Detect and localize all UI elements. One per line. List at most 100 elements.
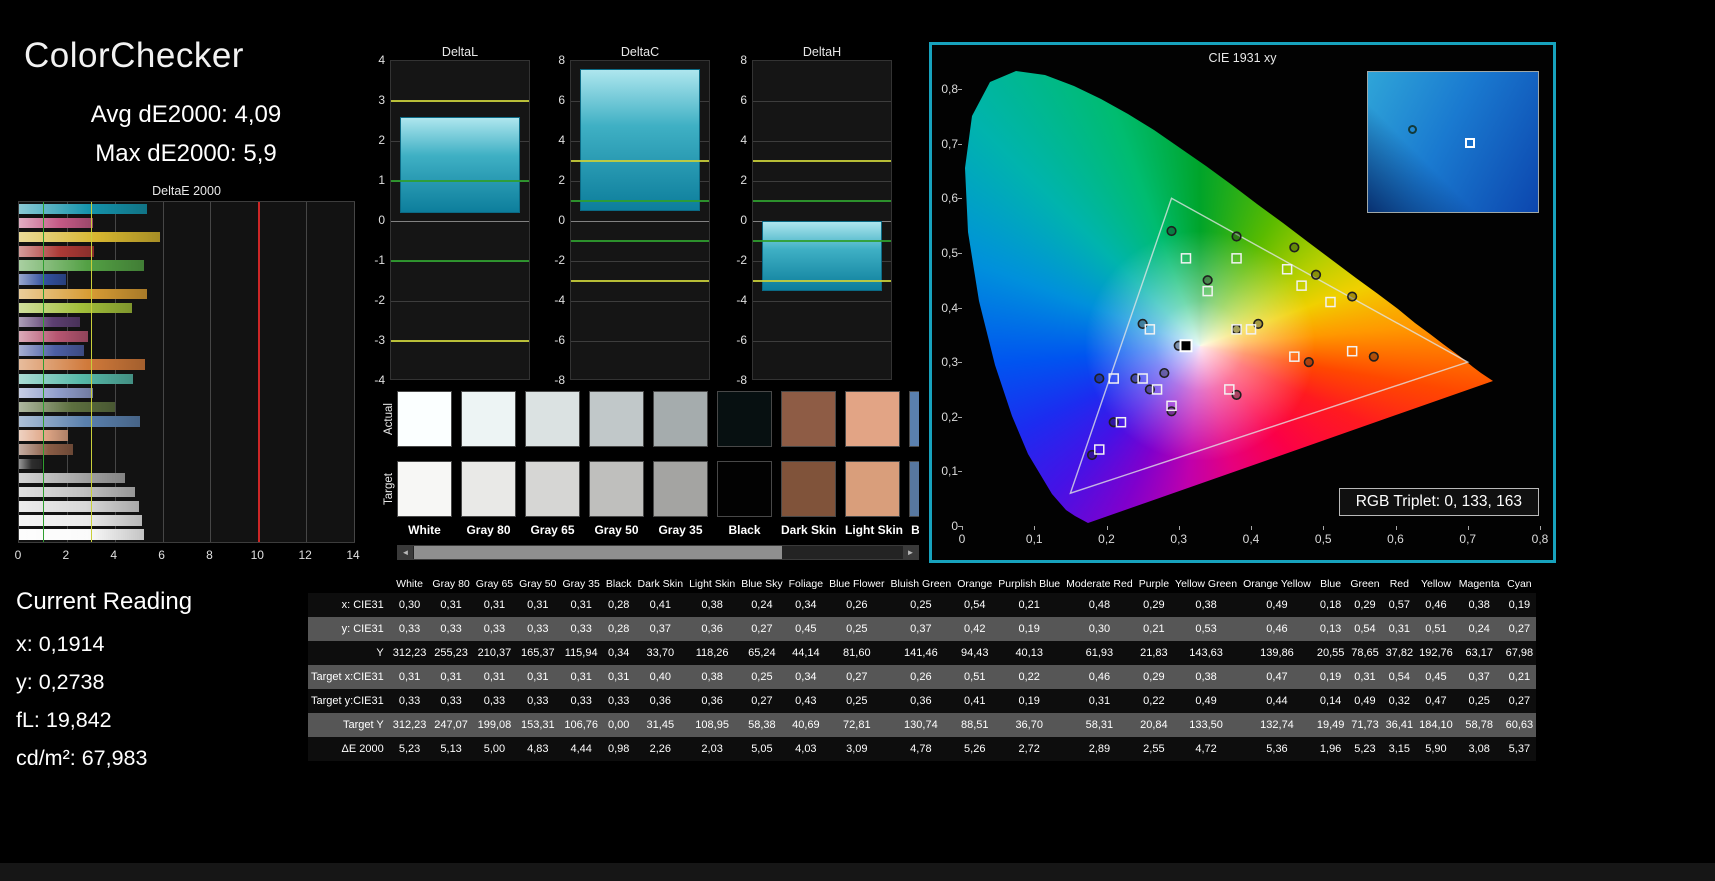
max-de2000-value: Max dE2000: 5,9: [95, 140, 277, 167]
cie-panel[interactable]: CIE 1931 xy RGB Triplet: 0, 133, 163 0,8…: [929, 42, 1556, 563]
cie-y-tick-label: 0,1: [941, 464, 958, 479]
target-point: [1289, 351, 1300, 362]
gridline-12: [306, 202, 308, 542]
cie-x-tick: [1395, 526, 1397, 530]
swatch-target-white: [397, 461, 452, 517]
column-header-blue: Blue: [1313, 575, 1348, 593]
table-cell: 210,37: [477, 647, 512, 659]
bottom-strip: [0, 863, 1715, 881]
cie-x-tick-label: 0,7: [1459, 532, 1477, 546]
table-cell: 0,42: [964, 623, 986, 635]
table-cell: 0,37: [1468, 671, 1490, 683]
table-cell: 130,74: [904, 719, 938, 731]
y-tick-label: 1: [378, 173, 385, 187]
scroll-right-button[interactable]: ►: [903, 546, 918, 559]
deltae2000-plot: [18, 201, 355, 543]
table-cell: 0,29: [1354, 599, 1376, 611]
table-cell: 1,96: [1319, 743, 1342, 755]
swatch-label-gray-65: Gray 65: [530, 523, 575, 537]
y-tick-label: 2: [740, 173, 747, 187]
gridline-6: [162, 202, 164, 542]
table-cell: 63,17: [1465, 647, 1493, 659]
table-row-x-cie31: x: CIE31 0,30 0,31 0,31 0,31 0,31 0,28 0,41 0,38…: [308, 593, 1537, 617]
table-cell: 0,31: [527, 599, 549, 611]
deltae-bar-gray-50: [19, 486, 135, 498]
table-cell: 0,26: [846, 599, 868, 611]
table-cell: 36,70: [1015, 719, 1043, 731]
table-cell: 2,72: [1018, 743, 1040, 755]
avg-de2000-value: Avg dE2000: 4,09: [90, 101, 282, 128]
table-cell: 0,44: [1266, 695, 1288, 707]
table-cell: 0,31: [483, 671, 506, 683]
cie-x-tick: [962, 526, 963, 530]
table-cell: 255,23: [434, 647, 468, 659]
column-header-blue-flower: Blue Flower: [826, 575, 888, 593]
table-cell: 0,18: [1319, 599, 1342, 611]
table-cell: 0,49: [1195, 695, 1217, 707]
deltae-bar-white: [19, 529, 145, 540]
measured-point: [1231, 324, 1242, 335]
deltal-plot: [390, 60, 530, 380]
table-cell: 0,36: [701, 623, 723, 635]
deltae-bar-yellow: [19, 231, 161, 243]
reading-fl: fL: 19,842: [16, 708, 112, 732]
table-cell: 0,41: [649, 599, 672, 611]
table-cell: 61,93: [1085, 647, 1114, 659]
measurement-table: White Gray 80 Gray 65 Gray 50 Gray 35 Black Da…: [308, 575, 1537, 761]
table-cell: 0,26: [910, 671, 932, 683]
deltae-bar-moderate-red: [19, 331, 89, 342]
deltae2000-x-axis: 0 2 4 6 8 10 12 14: [15, 548, 360, 564]
column-header-gray-50: Gray 50: [516, 575, 560, 593]
table-cell: 0,30: [1088, 623, 1111, 635]
table-cell: 199,08: [477, 719, 512, 731]
table-cell: 0,54: [964, 599, 986, 611]
column-header-magenta: Magenta: [1455, 575, 1503, 593]
deltae-bar-dark-skin: [19, 444, 74, 455]
table-cell: 0,38: [701, 599, 723, 611]
table-corner: [308, 575, 390, 593]
measured-point-marker-icon: [1408, 125, 1417, 134]
deltae-bar-foliage: [19, 401, 116, 413]
table-cell: 0,33: [440, 695, 462, 707]
ref-line--1: [391, 260, 529, 262]
cie-x-tick-label: 0,6: [1387, 532, 1404, 546]
table-cell: 33,70: [646, 647, 675, 659]
cie-x-tick-label: 0,1: [1025, 532, 1043, 546]
table-cell: 0,51: [964, 671, 986, 683]
table-cell: 0,36: [910, 695, 932, 707]
x-tick-label: 12: [298, 548, 312, 562]
gridline--6: [753, 341, 891, 342]
reading-cdm2: cd/m²: 67,983: [16, 746, 148, 770]
y-tick-label: -4: [374, 373, 385, 387]
deltae-bar-black: [19, 458, 43, 470]
ref-line-1: [753, 200, 891, 202]
scrollbar-thumb[interactable]: [414, 546, 782, 559]
target-point: [1281, 264, 1293, 275]
y-tick-label: 6: [740, 93, 747, 107]
table-cell: 0,40: [649, 671, 672, 683]
x-tick-label: 8: [206, 548, 213, 562]
table-cell: 0,33: [527, 623, 549, 635]
scroll-left-button[interactable]: ◄: [398, 546, 413, 559]
table-cell: 0,19: [1319, 671, 1342, 683]
gridline-14: [354, 202, 355, 542]
table-cell: 3,08: [1468, 743, 1490, 755]
table-cell: 0,33: [483, 695, 506, 707]
target-point-marker-icon: [1465, 138, 1475, 148]
cie-y-tick: [958, 89, 962, 90]
deltac-title: DeltaC: [620, 45, 660, 59]
deltae-bar-orange-yellow: [19, 288, 148, 300]
row-label: x: CIE31: [341, 599, 384, 611]
table-cell: 0,38: [1195, 671, 1217, 683]
table-cell: 184,10: [1419, 719, 1453, 731]
swatch-scrollbar[interactable]: ◄ ►: [397, 545, 919, 560]
table-cell: 40,13: [1015, 647, 1043, 659]
cie-y-tick-label: 0,6: [941, 191, 958, 206]
ref-line-3: [753, 160, 891, 162]
table-cell: 0,57: [1388, 599, 1411, 611]
deltah-chart: DeltaH 8 6 4 2 0 -2 -4 -6 -8: [720, 45, 894, 397]
table-cell: 0,19: [1018, 695, 1040, 707]
target-point: [1231, 253, 1242, 264]
table-cell: 71,73: [1351, 719, 1379, 731]
table-cell: 20,84: [1140, 719, 1168, 731]
